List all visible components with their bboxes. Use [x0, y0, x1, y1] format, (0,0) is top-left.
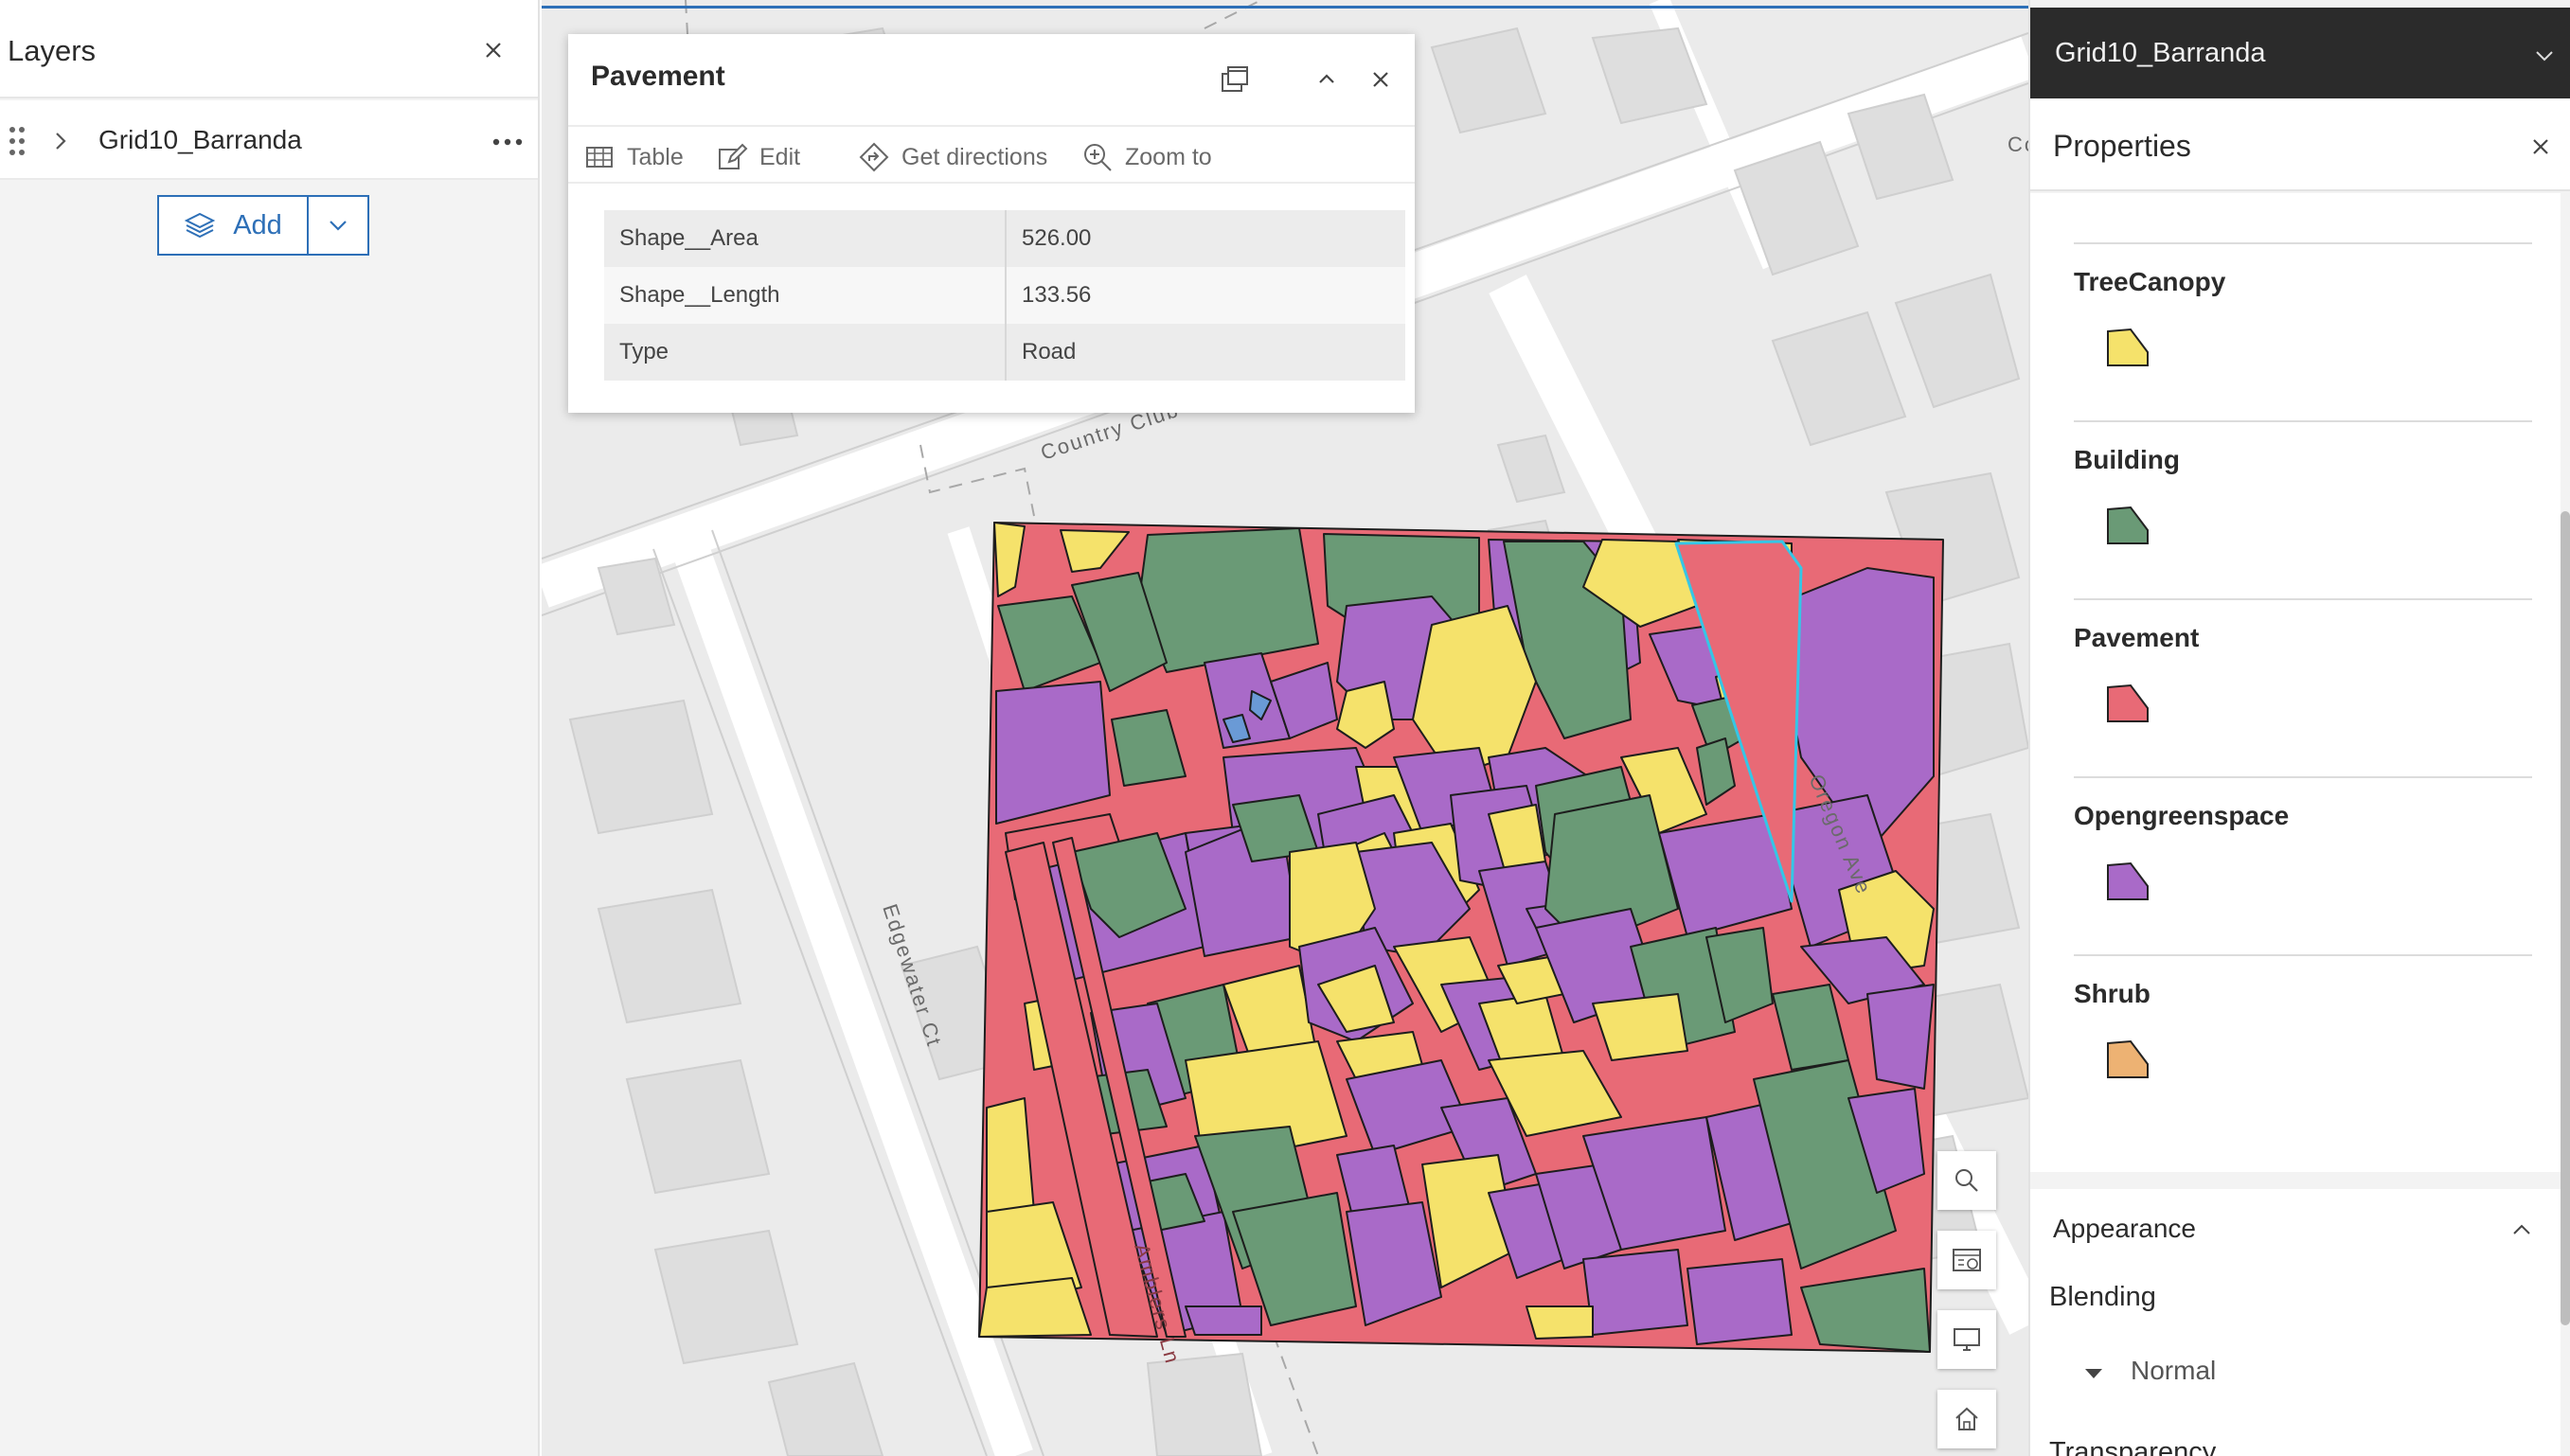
table-action[interactable]: Table [583, 138, 684, 176]
legend-item[interactable]: Shrub [2074, 954, 2532, 1132]
caret-down-icon[interactable] [2083, 1367, 2104, 1380]
legend-label: Opengreenspace [2074, 801, 2290, 830]
blending-select[interactable]: Normal [2131, 1356, 2216, 1386]
popup-title: Pavement [591, 61, 725, 92]
fullscreen-button[interactable] [1937, 1310, 1996, 1369]
legend-label: Building [2074, 445, 2180, 474]
chevron-up-icon[interactable] [1314, 66, 1339, 91]
appearance-title[interactable]: Appearance [2053, 1214, 2196, 1244]
more-options-icon[interactable] [491, 131, 525, 153]
layers-panel-title: Layers [8, 34, 97, 67]
chevron-right-icon[interactable] [49, 127, 72, 155]
legend-item[interactable]: Pavement [2074, 598, 2532, 776]
popup-action-bar: Table Edit Get directions Zoom to [568, 125, 1415, 184]
layer-select[interactable]: Grid10_Barranda [2030, 8, 2570, 98]
get-directions-label: Get directions [901, 143, 1048, 170]
zoom-to-action[interactable]: Zoom to [1081, 138, 1212, 176]
properties-header: Properties [2030, 98, 2570, 191]
legend-label: Pavement [2074, 623, 2200, 652]
basemap-button[interactable] [1937, 1231, 1996, 1289]
edit-action-label: Edit [759, 143, 801, 170]
attribute-field: Shape__Area [604, 210, 1007, 267]
panel-scrollbar[interactable] [2561, 511, 2570, 1325]
legend-label: TreeCanopy [2074, 267, 2226, 296]
dock-icon[interactable] [1218, 62, 1252, 97]
transparency-label: Transparency [2049, 1437, 2217, 1456]
table-row: Shape__Area 526.00 [604, 210, 1405, 267]
attribute-value: 526.00 [1006, 210, 1405, 267]
legend-item[interactable]: Opengreenspace [2074, 776, 2532, 954]
close-icon[interactable] [1367, 66, 1394, 93]
zoom-to-label: Zoom to [1125, 143, 1212, 170]
properties-title: Properties [2053, 129, 2191, 163]
map-top-highlight [542, 6, 2028, 9]
get-directions-action[interactable]: Get directions [858, 138, 1047, 176]
appearance-section: Appearance Blending Normal Transparency [2030, 1189, 2561, 1456]
attribute-value: Road [1006, 324, 1405, 381]
polygon-swatch-icon [2107, 1039, 2149, 1078]
edit-action[interactable]: Edit [716, 138, 800, 176]
popup-attribute-table: Shape__Area 526.00 Shape__Length 133.56 … [604, 210, 1405, 381]
layers-panel: Layers Grid10_Barranda Add [0, 0, 540, 1456]
close-icon[interactable] [2528, 134, 2553, 159]
edit-icon [719, 143, 748, 169]
zoom-in-icon [1084, 144, 1112, 171]
polygon-swatch-icon [2107, 861, 2149, 900]
layer-select-value: Grid10_Barranda [2055, 38, 2266, 68]
legend-item[interactable]: TreeCanopy [2074, 242, 2532, 420]
basemap-gallery-icon [1953, 1249, 1981, 1271]
table-row: Shape__Length 133.56 [604, 267, 1405, 324]
search-button[interactable] [1937, 1151, 1996, 1210]
add-layer-label: Add [233, 209, 282, 240]
home-button[interactable] [1937, 1390, 1996, 1448]
polygon-swatch-icon [2107, 328, 2149, 366]
close-icon[interactable] [479, 36, 508, 64]
legend-label: Shrub [2074, 979, 2151, 1008]
legend-item[interactable]: Building [2074, 420, 2532, 598]
chevron-down-icon [330, 221, 347, 231]
table-row: Type Road [604, 324, 1405, 381]
attribute-value: 133.56 [1006, 267, 1405, 324]
drag-handle-icon[interactable] [8, 125, 27, 157]
layers-panel-header: Layers [0, 0, 538, 98]
street-label-partial: Co [2008, 133, 2028, 156]
blending-label: Blending [2049, 1282, 2156, 1312]
layer-list-item[interactable]: Grid10_Barranda [0, 100, 538, 180]
monitor-icon [1954, 1328, 1980, 1351]
polygon-swatch-icon [2107, 684, 2149, 722]
directions-icon [859, 142, 889, 172]
attribute-field: Shape__Length [604, 267, 1007, 324]
map-view[interactable]: Country Club Blvd Edgewater Ct Oregon Av… [542, 0, 2028, 1456]
chevron-down-icon [2536, 51, 2553, 62]
layers-icon [184, 212, 216, 239]
polygon-swatch-icon [2107, 506, 2149, 544]
add-layer-group: Add [157, 195, 369, 256]
home-icon [1955, 1407, 1978, 1430]
chevron-up-icon[interactable] [2509, 1219, 2534, 1238]
layer-name: Grid10_Barranda [98, 125, 302, 154]
feature-popup: Pavement Table Edit Get directions Zoom … [568, 34, 1415, 413]
add-layer-dropdown[interactable] [309, 197, 367, 254]
table-action-label: Table [627, 143, 684, 170]
search-icon [1955, 1169, 1978, 1192]
add-layer-button[interactable]: Add [159, 197, 309, 254]
symbology-legend: TreeCanopy Building Pavement Opengreensp… [2030, 193, 2561, 1172]
table-icon [586, 147, 613, 168]
attribute-field: Type [604, 324, 1007, 381]
properties-panel: Grid10_Barranda Properties TreeCanopy Bu… [2028, 0, 2570, 1456]
